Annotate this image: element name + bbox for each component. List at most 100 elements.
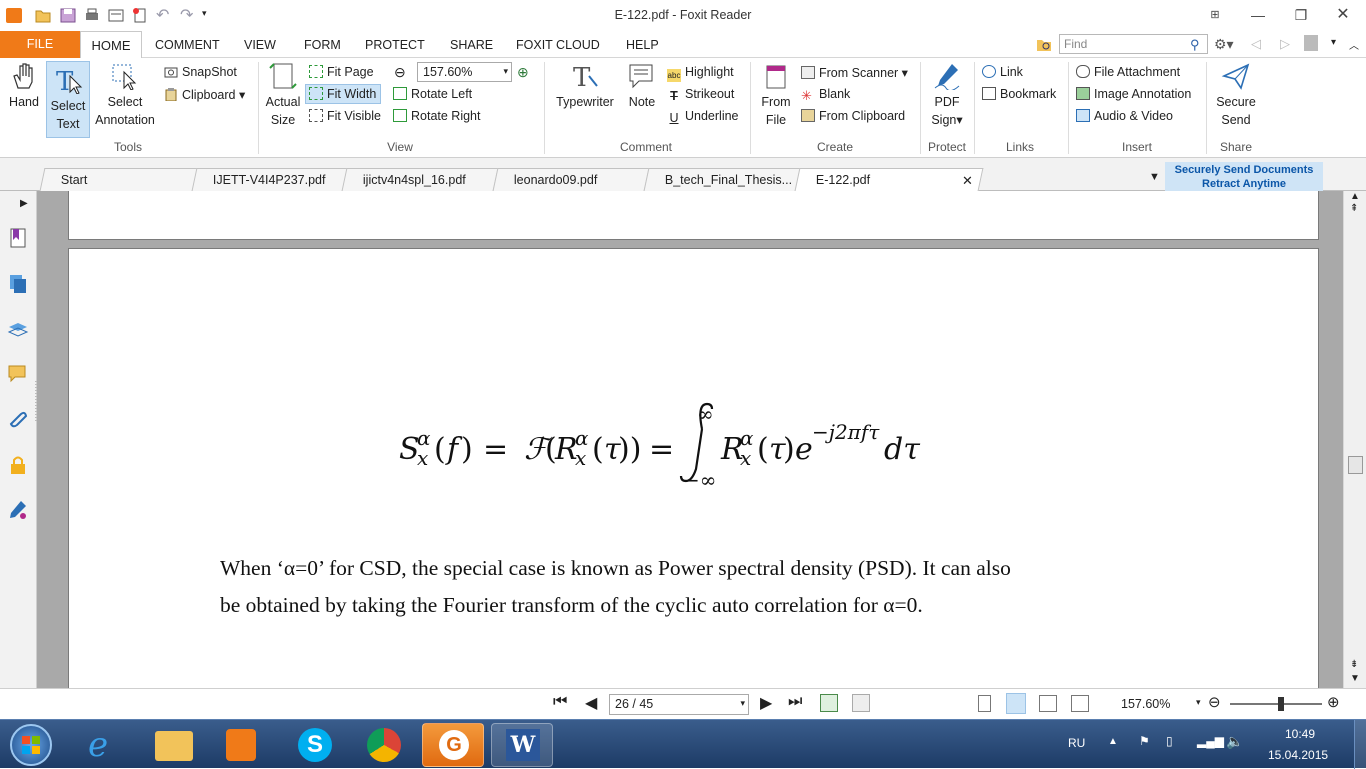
- tab-start[interactable]: Start: [39, 168, 201, 191]
- fit-page-button[interactable]: Fit Page: [309, 65, 374, 79]
- zoom-in-icon[interactable]: ⊕: [517, 64, 529, 81]
- explorer-taskbar-button[interactable]: [143, 723, 205, 767]
- forward-icon[interactable]: ▷: [1280, 36, 1290, 52]
- layers-panel-icon[interactable]: [7, 319, 29, 341]
- restore-button[interactable]: ❐: [1286, 4, 1316, 26]
- zoom-select[interactable]: 157.60% ▾: [417, 62, 512, 82]
- blank-button[interactable]: ✳ Blank: [801, 87, 850, 102]
- single-page-view-icon[interactable]: [978, 695, 991, 712]
- link-button[interactable]: Link: [982, 65, 1023, 79]
- secure-send-promo-banner[interactable]: Securely Send Documents Retract Anytime: [1165, 162, 1323, 191]
- continuous-facing-view-icon[interactable]: [1071, 695, 1089, 712]
- tab-form[interactable]: FORM: [304, 38, 341, 52]
- account-dropdown-icon[interactable]: ▾: [1331, 37, 1336, 48]
- action-center-flag-icon[interactable]: ⚑: [1139, 734, 1150, 748]
- attachments-panel-icon[interactable]: [7, 409, 29, 431]
- zoom-in-status-icon[interactable]: ⊕: [1327, 693, 1340, 711]
- tab-view[interactable]: VIEW: [244, 38, 276, 52]
- zoom-out-status-icon[interactable]: ⊖: [1208, 693, 1221, 711]
- image-annotation-button[interactable]: Image Annotation: [1076, 87, 1191, 101]
- skype-taskbar-button[interactable]: S: [284, 723, 346, 767]
- word-taskbar-button[interactable]: W: [491, 723, 553, 767]
- clipboard-button[interactable]: Clipboard ▾: [164, 87, 245, 102]
- next-view-icon[interactable]: [852, 694, 870, 712]
- collapse-ribbon-icon[interactable]: ︿: [1349, 37, 1359, 52]
- vertical-scrollbar[interactable]: ▲ ⇞ ⇟ ▼: [1343, 191, 1366, 688]
- page-dropdown-icon[interactable]: ▾: [740, 698, 745, 709]
- tab-document[interactable]: B_tech_Final_Thesis...: [643, 168, 801, 191]
- gear-icon[interactable]: ⚙▾: [1214, 36, 1234, 53]
- typewriter-button[interactable]: T Typewriter: [551, 58, 619, 138]
- file-menu[interactable]: FILE: [0, 31, 80, 58]
- pages-panel-icon[interactable]: [7, 273, 29, 295]
- actual-size-button[interactable]: Actual Size: [262, 58, 304, 138]
- fit-width-button[interactable]: Fit Width: [305, 84, 382, 104]
- from-clipboard-button[interactable]: From Clipboard: [801, 109, 905, 123]
- hand-tool-button[interactable]: Hand: [2, 58, 46, 138]
- zoom-dropdown-icon[interactable]: ▾: [503, 66, 508, 77]
- rotate-left-button[interactable]: Rotate Left: [393, 87, 472, 101]
- tab-foxit-cloud[interactable]: FOXIT CLOUD: [516, 38, 600, 52]
- volume-icon[interactable]: 🔈: [1226, 733, 1243, 750]
- tab-home[interactable]: HOME: [80, 31, 142, 59]
- comments-panel-icon[interactable]: [7, 363, 29, 385]
- audio-video-button[interactable]: Audio & Video: [1076, 109, 1173, 123]
- strikeout-button[interactable]: T Strikeout: [667, 87, 734, 103]
- highlight-button[interactable]: abc Highlight: [667, 65, 734, 82]
- tab-comment[interactable]: COMMENT: [155, 38, 220, 52]
- secure-send-button[interactable]: Secure Send: [1210, 58, 1262, 138]
- from-file-button[interactable]: From File: [755, 58, 797, 138]
- zoom-level-dropdown-icon[interactable]: ▾: [1196, 697, 1201, 708]
- media-player-taskbar-button[interactable]: [210, 723, 272, 767]
- split-view-icon[interactable]: ⇞: [1350, 203, 1358, 214]
- fit-visible-button[interactable]: Fit Visible: [309, 109, 381, 123]
- scroll-thumb[interactable]: [1348, 456, 1363, 474]
- page-number-input[interactable]: 26 / 45 ▾: [609, 694, 749, 715]
- scroll-up-icon[interactable]: ▲: [1350, 191, 1360, 202]
- find-folder-icon[interactable]: [1036, 37, 1052, 52]
- signatures-panel-icon[interactable]: [7, 499, 29, 521]
- continuous-view-icon[interactable]: [1006, 693, 1026, 714]
- foxit-reader-taskbar-button[interactable]: G: [422, 723, 484, 767]
- tab-document[interactable]: ijictv4n4spl_16.pdf: [341, 168, 499, 191]
- clock-date[interactable]: 15.04.2015: [1268, 748, 1328, 762]
- expand-panel-icon[interactable]: ▶: [20, 198, 28, 209]
- device-icon[interactable]: ▯: [1166, 734, 1173, 748]
- tab-document-active[interactable]: E-122.pdf: [794, 168, 984, 191]
- facing-view-icon[interactable]: [1039, 695, 1057, 712]
- back-icon[interactable]: ◁: [1251, 36, 1261, 52]
- zoom-slider-thumb[interactable]: [1278, 697, 1284, 711]
- rotate-right-button[interactable]: Rotate Right: [393, 109, 480, 123]
- show-desktop-button[interactable]: [1354, 720, 1366, 769]
- scroll-down-icon[interactable]: ▼: [1350, 673, 1360, 684]
- tab-share[interactable]: SHARE: [450, 38, 493, 52]
- bookmark-button[interactable]: Bookmark: [982, 87, 1056, 101]
- tab-protect[interactable]: PROTECT: [365, 38, 425, 52]
- language-indicator[interactable]: RU: [1068, 736, 1085, 750]
- minimize-button[interactable]: —: [1243, 4, 1273, 26]
- snapshot-button[interactable]: SnapShot: [164, 65, 237, 79]
- chrome-taskbar-button[interactable]: [353, 723, 415, 767]
- search-icon[interactable]: ⚲: [1190, 37, 1200, 53]
- network-icon[interactable]: ▂▄▆: [1197, 734, 1224, 748]
- from-scanner-button[interactable]: From Scanner ▾: [801, 65, 908, 80]
- zoom-level[interactable]: 157.60%: [1121, 697, 1170, 711]
- last-page-icon[interactable]: ⏭: [788, 693, 802, 711]
- bookmarks-panel-icon[interactable]: [7, 227, 29, 249]
- previous-page-icon[interactable]: ◀: [585, 693, 597, 713]
- security-panel-icon[interactable]: [7, 454, 29, 476]
- internet-explorer-taskbar-button[interactable]: e: [74, 723, 136, 767]
- start-button[interactable]: [10, 724, 52, 766]
- account-icon[interactable]: [1304, 35, 1318, 51]
- file-attachment-button[interactable]: File Attachment: [1076, 65, 1180, 79]
- ribbon-display-icon[interactable]: ⊞: [1200, 4, 1230, 26]
- note-button[interactable]: Note: [622, 58, 662, 138]
- previous-page-scroll-icon[interactable]: ⇟: [1350, 659, 1358, 670]
- select-annotation-button[interactable]: Select Annotation: [92, 58, 158, 138]
- close-tab-icon[interactable]: ✕: [962, 173, 973, 189]
- zoom-out-icon[interactable]: ⊖: [394, 64, 406, 81]
- show-hidden-icons-icon[interactable]: ▲: [1108, 736, 1118, 747]
- tab-document[interactable]: leonardo09.pdf: [492, 168, 650, 191]
- tab-list-dropdown-icon[interactable]: ▼: [1149, 171, 1160, 183]
- first-page-icon[interactable]: ⏮: [553, 693, 567, 711]
